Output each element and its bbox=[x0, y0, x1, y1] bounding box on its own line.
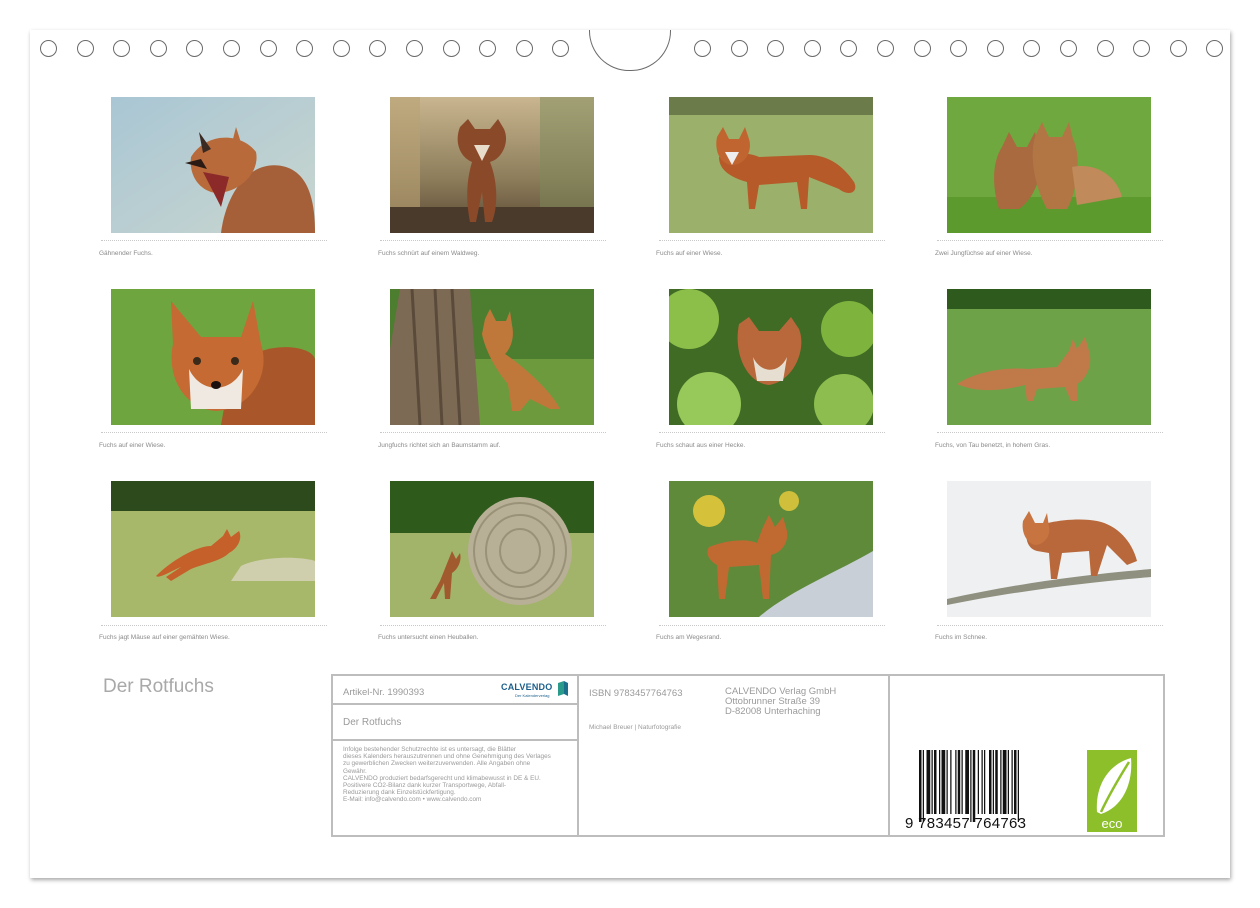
divider bbox=[333, 703, 577, 705]
photo-fox-tall-grass bbox=[947, 289, 1151, 425]
date-grid-line bbox=[380, 240, 606, 241]
legal-notice: Infolge bestehender Schutzrechte ist es … bbox=[343, 746, 551, 804]
photo-caption: Gähnender Fuchs. bbox=[99, 250, 153, 257]
calendar-title: Der Rotfuchs bbox=[103, 676, 214, 697]
date-grid-line bbox=[659, 432, 885, 433]
barcode-digits: 9 783457 764763 bbox=[905, 815, 1027, 832]
photo-yawning-fox bbox=[111, 97, 315, 233]
article-number: Artikel-Nr. 1990393 bbox=[343, 687, 425, 698]
date-grid-line bbox=[101, 432, 327, 433]
date-grid-line bbox=[937, 625, 1163, 626]
photo-caption: Fuchs im Schnee. bbox=[935, 634, 988, 641]
photo-cub-tree bbox=[390, 289, 594, 425]
photo-caption: Fuchs auf einer Wiese. bbox=[656, 250, 723, 257]
photographer-credit: Michael Breuer | Naturfotografie bbox=[589, 724, 682, 731]
photo-two-cubs bbox=[947, 97, 1151, 233]
photo-caption: Fuchs schnürt auf einem Waldweg. bbox=[378, 250, 480, 257]
photo-fox-forest-path bbox=[390, 97, 594, 233]
date-grid-line bbox=[937, 432, 1163, 433]
photo-caption: Jungfuchs richtet sich an Baumstamm auf. bbox=[378, 442, 501, 449]
svg-text:eco: eco bbox=[1102, 816, 1123, 831]
photo-fox-portrait bbox=[111, 289, 315, 425]
photo-caption: Fuchs am Wegesrand. bbox=[656, 634, 722, 641]
photo-caption: Fuchs jagt Mäuse auf einer gemähten Wies… bbox=[99, 634, 230, 641]
photo-fox-meadow bbox=[669, 97, 873, 233]
photo-caption: Fuchs, von Tau benetzt, in hohem Gras. bbox=[935, 442, 1051, 449]
divider bbox=[888, 676, 890, 835]
isbn: ISBN 9783457764763 bbox=[589, 688, 683, 699]
date-grid-line bbox=[101, 240, 327, 241]
photo-fox-hedge bbox=[669, 289, 873, 425]
photo-caption: Zwei Jungfüchse auf einer Wiese. bbox=[935, 250, 1033, 257]
date-grid-line bbox=[659, 240, 885, 241]
photo-fox-roadside bbox=[669, 481, 873, 617]
date-grid-line bbox=[937, 240, 1163, 241]
info-title: Der Rotfuchs bbox=[343, 717, 402, 728]
date-grid-line bbox=[101, 625, 327, 626]
photo-fox-jumping bbox=[111, 481, 315, 617]
photo-caption: Fuchs schaut aus einer Hecke. bbox=[656, 442, 746, 449]
date-grid-line bbox=[659, 625, 885, 626]
photo-fox-haybale bbox=[390, 481, 594, 617]
publisher-address: CALVENDO Verlag GmbH Ottobrunner Straße … bbox=[725, 686, 837, 717]
photo-caption: Fuchs untersucht einen Heuballen. bbox=[378, 634, 479, 641]
eco-leaf-icon: eco bbox=[1087, 750, 1137, 832]
date-grid-line bbox=[380, 432, 606, 433]
book-icon bbox=[558, 681, 568, 696]
publisher-info-box: Artikel-Nr. 1990393 CALVENDO Der Kalende… bbox=[331, 674, 1165, 837]
divider bbox=[333, 739, 577, 741]
calvendo-logo: CALVENDO Der Kalenderverlag bbox=[501, 680, 573, 702]
photo-fox-snow bbox=[947, 481, 1151, 617]
photo-caption: Fuchs auf einer Wiese. bbox=[99, 442, 166, 449]
date-grid-line bbox=[380, 625, 606, 626]
